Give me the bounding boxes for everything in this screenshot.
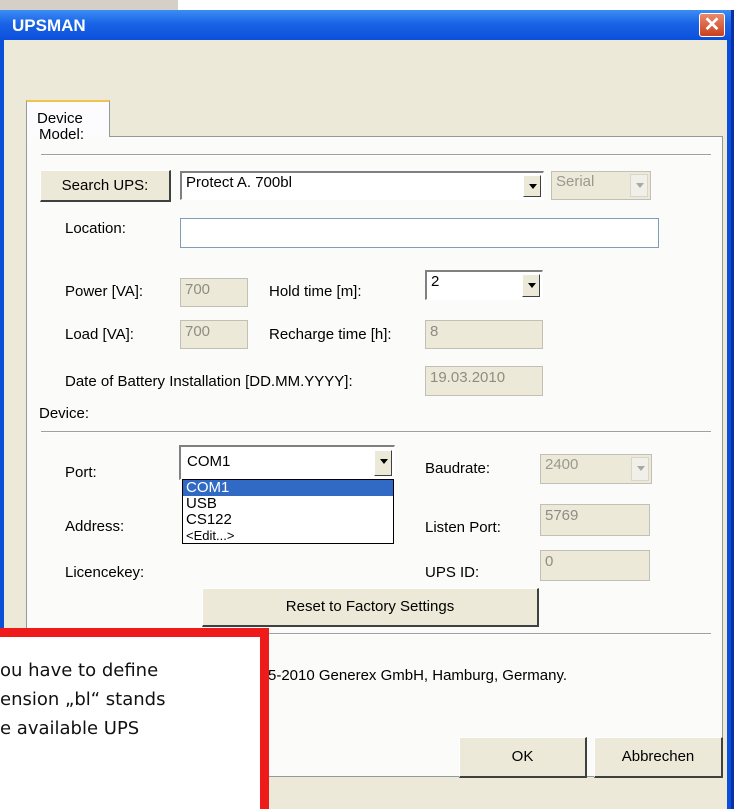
hold-time-select[interactable]: 2 — [425, 270, 543, 300]
recharge-time-field: 8 — [425, 320, 543, 349]
port-option[interactable]: COM1 — [183, 480, 393, 496]
search-ups-button[interactable]: Search UPS: — [40, 170, 171, 202]
device-group-divider — [41, 431, 711, 433]
power-field: 700 — [180, 278, 248, 307]
callout-line: ou have to define — [0, 660, 159, 681]
cancel-button[interactable]: Abbrechen — [594, 737, 723, 778]
location-field[interactable] — [180, 218, 659, 248]
ok-button[interactable]: OK — [459, 737, 587, 778]
ups-id-label: UPS ID: — [425, 564, 480, 581]
baudrate-select: 2400 — [540, 454, 652, 484]
connection-type-select: Serial — [551, 171, 651, 200]
chevron-down-icon — [630, 174, 648, 197]
callout-line: ension „bl“ stands — [0, 689, 166, 710]
hold-time-label: Hold time [m]: — [269, 283, 362, 300]
model-group-label: Model: — [39, 126, 85, 143]
model-group-divider — [41, 154, 711, 156]
port-label: Port: — [65, 464, 97, 481]
port-option[interactable]: <Edit...> — [183, 528, 393, 544]
chevron-down-icon — [631, 457, 649, 481]
hold-time-value: 2 — [431, 273, 440, 290]
location-label: Location: — [65, 220, 126, 237]
dialog-title: UPSMAN — [12, 16, 86, 35]
copyright-text: 5-2010 Generex GmbH, Hamburg, Germany. — [268, 667, 568, 684]
chevron-down-icon[interactable] — [374, 450, 392, 476]
model-select[interactable]: Protect A. 700bl — [180, 171, 544, 200]
recharge-time-label: Recharge time [h]: — [269, 326, 392, 343]
listen-port-label: Listen Port: — [425, 519, 501, 536]
port-option[interactable]: CS122 — [183, 512, 393, 528]
port-select[interactable]: COM1 — [179, 445, 395, 480]
chevron-down-icon[interactable] — [522, 274, 540, 297]
battery-date-label: Date of Battery Installation [DD.MM.YYYY… — [65, 373, 353, 390]
address-label: Address: — [65, 518, 125, 535]
annotation-callout: ou have to define ension „bl“ stands e a… — [0, 628, 269, 809]
load-field: 700 — [180, 320, 248, 349]
callout-line: e available UPS — [0, 718, 140, 739]
device-group-label: Device: — [39, 405, 90, 422]
load-label: Load [VA]: — [65, 326, 134, 343]
close-icon[interactable]: ✕ — [699, 13, 725, 37]
listen-port-field: 5769 — [540, 504, 650, 536]
tab-device-label: Device — [37, 110, 83, 127]
port-dropdown-list[interactable]: COM1 USB CS122 <Edit...> — [182, 479, 394, 544]
reset-factory-settings-button[interactable]: Reset to Factory Settings — [202, 588, 539, 627]
power-label: Power [VA]: — [65, 283, 144, 300]
background-window-top — [178, 0, 734, 10]
ups-id-field: 0 — [540, 550, 650, 581]
connection-type-value: Serial — [556, 173, 595, 190]
port-option[interactable]: USB — [183, 496, 393, 512]
chevron-down-icon[interactable] — [523, 175, 541, 197]
baudrate-label: Baudrate: — [425, 460, 491, 477]
title-bar[interactable]: UPSMAN ✕ — [0, 10, 731, 40]
model-select-value: Protect A. 700bl — [186, 174, 292, 191]
licencekey-label: Licencekey: — [65, 564, 145, 581]
battery-date-field: 19.03.2010 — [425, 366, 543, 396]
port-select-value: COM1 — [187, 453, 231, 470]
baudrate-value: 2400 — [545, 456, 579, 473]
